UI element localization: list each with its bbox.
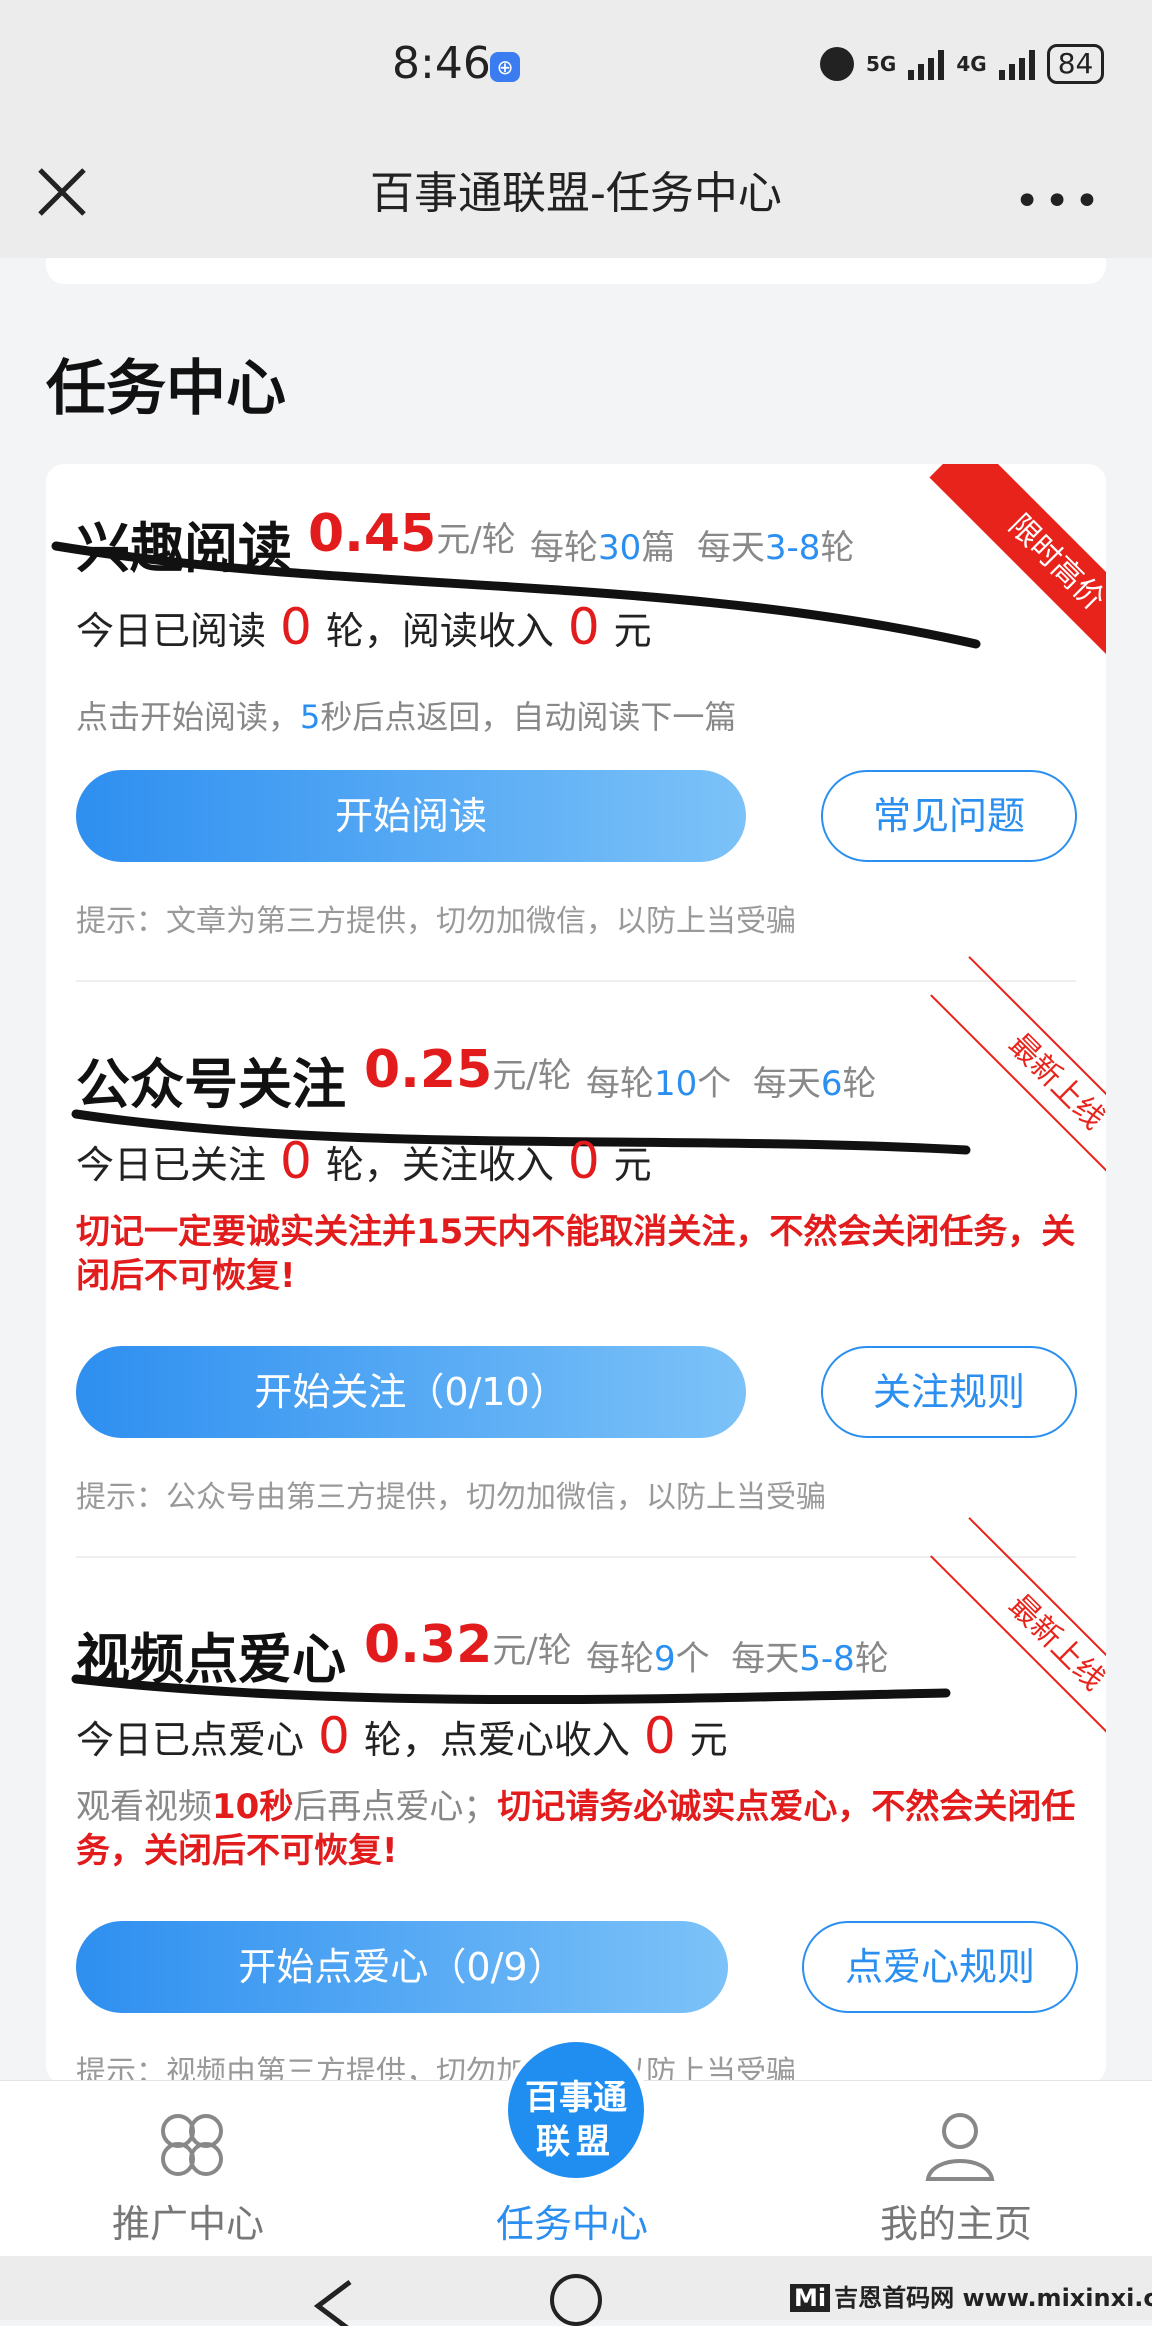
globe-icon: ⊕: [490, 52, 520, 82]
more-options-icon[interactable]: •••: [1014, 176, 1104, 227]
previous-card-edge: [46, 258, 1106, 284]
signal-icon: [998, 48, 1035, 80]
task-tip: 提示：公众号由第三方提供，切勿加微信，以防上当受骗: [76, 1480, 826, 1515]
battery-icon: 84: [1046, 44, 1105, 84]
tab-label: 我的主页: [880, 2202, 1033, 2246]
divider: [76, 980, 1076, 982]
clover-icon: [161, 2114, 223, 2176]
divider: [76, 1556, 1076, 1558]
start-like-button[interactable]: 开始点爱心（0/9）: [76, 1921, 728, 2013]
task-tip: 提示：文章为第三方提供，切勿加微信，以防上当受骗: [76, 904, 796, 939]
task-follow: 最新上线 公众号关注 0.25元/轮 每轮10个 每天6轮 今日已关注 0 轮，关注…: [46, 956, 1106, 1559]
network-5g-label: 5G: [866, 52, 897, 76]
start-follow-button[interactable]: 开始关注（0/10）: [76, 1346, 746, 1438]
page-title: 百事通联盟-任务中心: [370, 168, 782, 219]
section-title: 任务中心: [46, 354, 286, 424]
task-description: 观看视频10秒后再点爱心；切记请务必诚实点爱心，不然会关闭任务，关闭后不可恢复!: [76, 1787, 1076, 1871]
task-warning: 切记一定要诚实关注并15天内不能取消关注，不然会关闭任务，关闭后不可恢复!: [76, 1212, 1076, 1296]
task-card: 限时高价 兴趣阅读 0.45元/轮 每轮30篇 每天3-8轮 今日已阅读 0 轮，阅…: [46, 464, 1106, 2084]
follow-rules-button[interactable]: 关注规则: [821, 1346, 1077, 1438]
signal-icon: [908, 48, 945, 80]
clock: 8:46: [392, 38, 491, 89]
task-tip: 提示：视频由第三方提供，切勿加微信，以防上当受骗: [76, 2055, 796, 2084]
status-icons: 5G 4G 84: [820, 44, 1105, 84]
task-stats: 今日已阅读 0 轮，阅读收入 0 元: [76, 598, 652, 656]
home-icon[interactable]: [550, 2274, 602, 2326]
user-icon: [925, 2113, 995, 2181]
alarm-icon: [820, 47, 854, 81]
task-reading: 限时高价 兴趣阅读 0.45元/轮 每轮30篇 每天3-8轮 今日已阅读 0 轮，阅…: [46, 464, 1106, 984]
nav-bar: 百事通联盟-任务中心 •••: [0, 130, 1152, 258]
task-video-like: 最新上线 视频点爱心 0.32元/轮 每轮9个 每天5-8轮 今日已点爱心 0 轮，…: [46, 1517, 1106, 2084]
network-4g-label: 4G: [956, 52, 987, 76]
task-description: 点击开始阅读，5秒后点返回，自动阅读下一篇: [76, 698, 737, 736]
like-rules-button[interactable]: 点爱心规则: [802, 1921, 1078, 2013]
watermark: Mi吉恩首码网 www.mixinxi.com: [790, 2278, 1152, 2313]
logo-text: 百事通: [525, 2078, 627, 2118]
back-icon[interactable]: [310, 2276, 360, 2326]
tab-label: 任务中心: [496, 2202, 649, 2246]
tab-label: 推广中心: [112, 2202, 265, 2246]
task-stats: 今日已点爱心 0 轮，点爱心收入 0 元: [76, 1707, 728, 1765]
logo-text: 联盟: [536, 2122, 616, 2162]
task-stats: 今日已关注 0 轮，关注收入 0 元: [76, 1132, 652, 1190]
status-bar: 8:46 ⊕ 5G 4G 84: [0, 0, 1152, 130]
center-logo-button[interactable]: 百事通 联盟: [502, 2036, 650, 2184]
start-reading-button[interactable]: 开始阅读: [76, 770, 746, 862]
faq-button[interactable]: 常见问题: [821, 770, 1077, 862]
